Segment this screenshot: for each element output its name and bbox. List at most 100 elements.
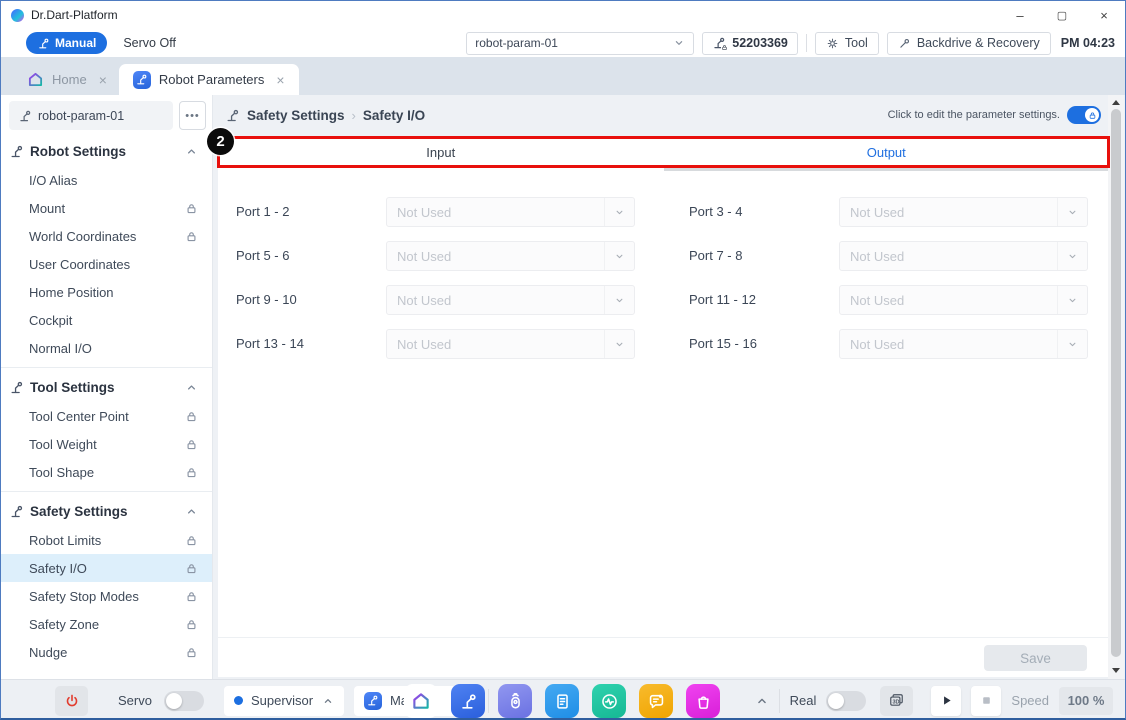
robot-app-icon <box>133 71 151 89</box>
stop-button[interactable] <box>971 686 1001 716</box>
dock-log-icon[interactable] <box>639 684 673 718</box>
vertical-scrollbar[interactable] <box>1108 95 1124 679</box>
sidebar-item-normal-io[interactable]: Normal I/O <box>1 334 212 362</box>
item-label: Normal I/O <box>29 341 92 356</box>
chevron-down-icon <box>1057 286 1087 314</box>
speed-label: Speed <box>1011 693 1049 708</box>
dock-collapse-chevron-up-icon[interactable] <box>755 694 769 708</box>
scroll-down-arrow-icon[interactable] <box>1112 668 1120 673</box>
robot-arm-icon <box>37 37 50 50</box>
port-select-value: Not Used <box>840 293 904 308</box>
port-11-12-select[interactable]: Not Used <box>839 285 1088 315</box>
sidebar-item-user-coordinates[interactable]: User Coordinates <box>1 250 212 278</box>
section-label: Robot Settings <box>30 144 126 159</box>
sidebar-section-tool-settings[interactable]: Tool Settings <box>1 372 212 402</box>
edit-hint-text: Click to edit the parameter settings. <box>888 109 1060 121</box>
lock-icon <box>185 230 198 243</box>
tab-input[interactable]: Input <box>218 137 664 168</box>
port-1-2-select[interactable]: Not Used <box>386 197 635 227</box>
sidebar-item-mount[interactable]: Mount <box>1 194 212 222</box>
manual-mode-button[interactable]: Manual <box>26 32 107 54</box>
sidebar-param-name-label: robot-param-01 <box>38 109 124 123</box>
sidebar-item-nudge[interactable]: Nudge <box>1 638 212 666</box>
port-5-6-select[interactable]: Not Used <box>386 241 635 271</box>
app-window: Dr.Dart-Platform – ▢ × Manual Servo Off … <box>0 0 1126 720</box>
tab-robot-parameters[interactable]: Robot Parameters × <box>119 64 299 95</box>
port-grid: Port 1 - 2 Not Used Port 3 - 4 Not Used … <box>218 168 1109 359</box>
sidebar-param-name[interactable]: robot-param-01 <box>9 101 173 130</box>
controller-id-badge[interactable]: 52203369 <box>702 32 798 55</box>
user-role-select[interactable]: Supervisor <box>224 686 344 716</box>
servo-toggle[interactable] <box>164 691 204 711</box>
sidebar-item-robot-limits[interactable]: Robot Limits <box>1 526 212 554</box>
port-select-value: Not Used <box>840 337 904 352</box>
dock-task-editor-icon[interactable] <box>545 684 579 718</box>
sidebar-item-cockpit[interactable]: Cockpit <box>1 306 212 334</box>
close-icon[interactable]: × <box>99 73 107 87</box>
play-button[interactable] <box>931 686 961 716</box>
dock-jog-icon[interactable] <box>498 684 532 718</box>
sidebar-item-tool-shape[interactable]: Tool Shape <box>1 458 212 486</box>
port-13-14-select[interactable]: Not Used <box>386 329 635 359</box>
sidebar-section-robot-settings[interactable]: Robot Settings <box>1 136 212 166</box>
save-button[interactable]: Save <box>984 645 1087 671</box>
dock-monitoring-icon[interactable] <box>592 684 626 718</box>
scrollbar-thumb[interactable] <box>1111 109 1121 657</box>
chevron-down-icon <box>604 330 634 358</box>
io-tab-row: Input Output <box>218 137 1109 168</box>
port-9-10-select[interactable]: Not Used <box>386 285 635 315</box>
tab-home[interactable]: Home × <box>15 64 119 95</box>
speed-value[interactable]: 100 % <box>1059 687 1113 715</box>
main-content: Safety Settings › Safety I/O Click to ed… <box>213 95 1125 679</box>
port-15-16-select[interactable]: Not Used <box>839 329 1088 359</box>
scroll-up-arrow-icon[interactable] <box>1112 100 1120 105</box>
sidebar-item-tool-center-point[interactable]: Tool Center Point <box>1 402 212 430</box>
real-toggle[interactable] <box>826 691 866 711</box>
servo-status-text: Servo Off <box>123 36 176 50</box>
backdrive-recovery-button[interactable]: Backdrive & Recovery <box>887 32 1051 55</box>
sidebar-item-io-alias[interactable]: I/O Alias <box>1 166 212 194</box>
app-logo-icon <box>11 9 24 22</box>
chevron-up-icon[interactable] <box>185 381 198 394</box>
more-button[interactable]: ••• <box>179 101 206 130</box>
sidebar-item-safety-zone[interactable]: Safety Zone <box>1 610 212 638</box>
sidebar-item-home-position[interactable]: Home Position <box>1 278 212 306</box>
item-label: Tool Weight <box>29 437 97 452</box>
param-file-value: robot-param-01 <box>475 36 558 50</box>
port-label: Port 7 - 8 <box>635 241 839 271</box>
servo-label: Servo <box>118 693 152 708</box>
dock-robot-parameters-icon[interactable] <box>451 684 485 718</box>
sidebar-section-safety-settings[interactable]: Safety Settings <box>1 496 212 526</box>
chevron-up-icon[interactable] <box>185 145 198 158</box>
minimize-button[interactable]: – <box>999 1 1041 29</box>
robot-arm-icon <box>9 504 24 519</box>
sidebar-item-safety-stop-modes[interactable]: Safety Stop Modes <box>1 582 212 610</box>
title-bar: Dr.Dart-Platform – ▢ × <box>1 1 1125 29</box>
dock-home-icon[interactable] <box>404 684 438 718</box>
param-file-select[interactable]: robot-param-01 <box>466 32 694 55</box>
port-7-8-select[interactable]: Not Used <box>839 241 1088 271</box>
port-select-value: Not Used <box>387 205 451 220</box>
breadcrumb-parent[interactable]: Safety Settings <box>247 108 345 123</box>
sidebar-item-world-coordinates[interactable]: World Coordinates <box>1 222 212 250</box>
lock-icon <box>185 646 198 659</box>
port-3-4-select[interactable]: Not Used <box>839 197 1088 227</box>
tool-button[interactable]: Tool <box>815 32 879 55</box>
chevron-up-icon[interactable] <box>185 505 198 518</box>
robot-lock-icon <box>712 36 726 50</box>
sidebar-item-safety-io[interactable]: Safety I/O <box>1 554 212 582</box>
app-dock <box>404 684 720 718</box>
sidebar-item-tool-weight[interactable]: Tool Weight <box>1 430 212 458</box>
power-button[interactable] <box>55 686 88 716</box>
3d-viewer-button[interactable] <box>880 686 913 716</box>
dock-store-icon[interactable] <box>686 684 720 718</box>
close-icon[interactable]: × <box>276 73 284 87</box>
play-icon <box>939 693 954 708</box>
port-label: Port 3 - 4 <box>635 197 839 227</box>
tab-output[interactable]: Output <box>664 137 1110 168</box>
real-label: Real <box>790 693 817 708</box>
tab-bar: Home × Robot Parameters × <box>1 57 1125 95</box>
edit-lock-toggle[interactable] <box>1067 106 1101 124</box>
close-button[interactable]: × <box>1083 1 1125 29</box>
maximize-button[interactable]: ▢ <box>1041 1 1083 29</box>
